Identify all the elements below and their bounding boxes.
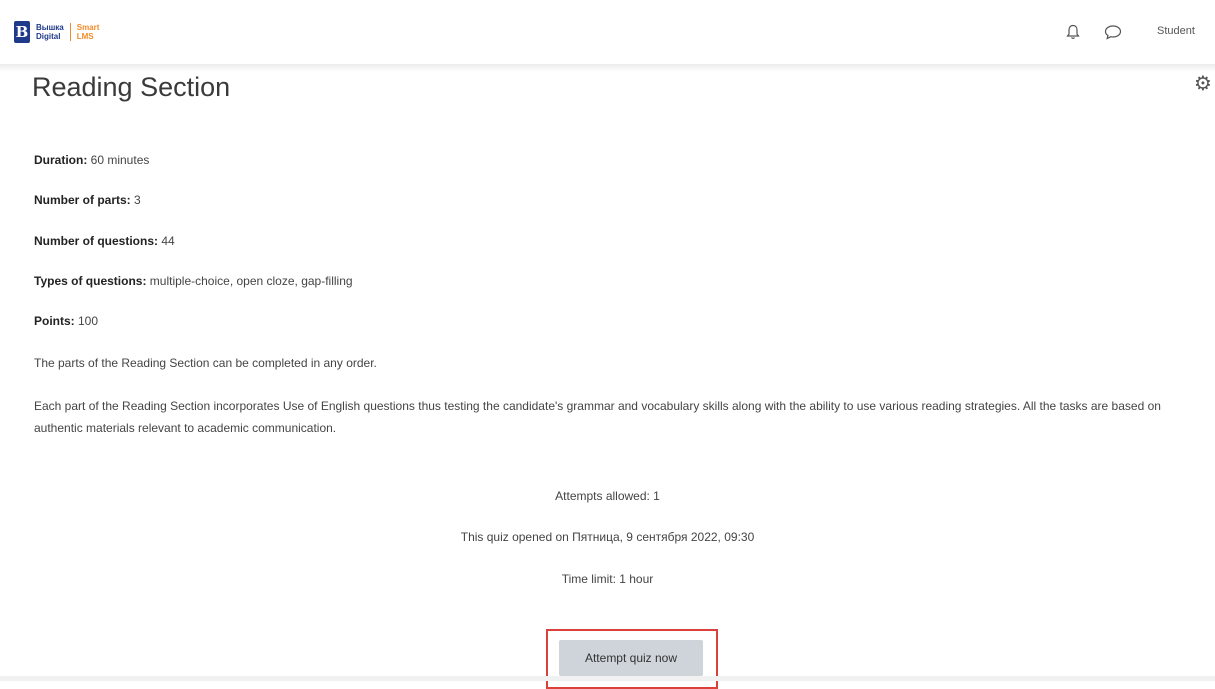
detail-label: Types of questions:	[34, 274, 147, 288]
logo-sub1: Smart	[76, 23, 100, 32]
chat-icon[interactable]	[1104, 24, 1122, 40]
detail-value: multiple-choice, open cloze, gap-filling	[146, 274, 353, 288]
logo-divider	[69, 23, 71, 41]
detail-questions: Number of questions: 44	[34, 233, 175, 249]
detail-value: 44	[158, 234, 175, 248]
attempt-quiz-button[interactable]: Attempt quiz now	[559, 640, 703, 676]
detail-value: 60 minutes	[87, 153, 150, 167]
detail-value: 100	[74, 314, 99, 328]
detail-label: Points:	[34, 314, 75, 328]
section-description: Each part of the Reading Section incorpo…	[34, 399, 1161, 435]
detail-label: Number of parts:	[34, 193, 131, 207]
logo-line2: Digital	[36, 32, 61, 41]
site-logo[interactable]: В Вышка Digital Smart LMS	[14, 20, 99, 44]
order-note: The parts of the Reading Section can be …	[34, 356, 377, 370]
detail-points: Points: 100	[34, 313, 98, 329]
logo-subtext: Smart LMS	[77, 23, 100, 41]
bell-icon[interactable]	[1066, 24, 1080, 40]
time-limit: Time limit: 1 hour	[561, 572, 654, 586]
page-title: Reading Section	[32, 72, 231, 102]
logo-mark-icon: В	[14, 21, 30, 43]
detail-duration: Duration: 60 minutes	[34, 152, 149, 168]
detail-label: Duration:	[34, 153, 88, 167]
logo-line1: Вышка	[36, 23, 64, 32]
bottom-bar	[0, 676, 1215, 681]
gear-icon[interactable]: ⚙	[1194, 74, 1212, 94]
detail-types: Types of questions: multiple-choice, ope…	[34, 273, 353, 289]
top-navbar: В Вышка Digital Smart LMS Student	[0, 0, 1215, 66]
attempts-allowed: Attempts allowed: 1	[555, 489, 660, 503]
detail-label: Number of questions:	[34, 234, 159, 248]
logo-sub2: LMS	[76, 32, 94, 41]
navbar-shadow	[0, 64, 1215, 72]
logo-text: Вышка Digital	[36, 23, 64, 41]
detail-parts: Number of parts: 3	[34, 192, 141, 208]
detail-value: 3	[130, 193, 141, 207]
quiz-opened-date: This quiz opened on Пятница, 9 сентября …	[460, 530, 755, 544]
user-menu-name[interactable]: Student	[1157, 25, 1195, 37]
